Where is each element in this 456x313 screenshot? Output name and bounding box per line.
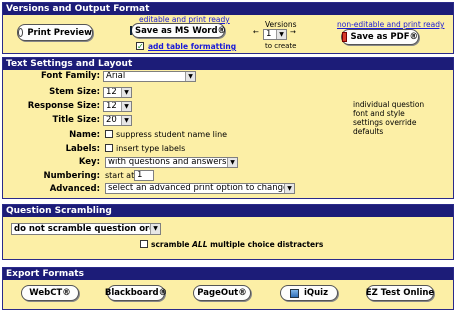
numbering-label: Numbering:: [43, 171, 100, 181]
section-title: Text Settings and Layout: [3, 58, 453, 70]
text-settings-section: Text Settings and Layout Font Family: Ar…: [2, 57, 454, 199]
noneditable-caption: non-editable and print ready: [337, 20, 445, 29]
iquiz-icon: [289, 288, 299, 298]
chevron-down-icon: ▼: [227, 158, 237, 167]
stem-size-value: 12: [106, 87, 117, 97]
webct-button[interactable]: WebCT®: [21, 285, 79, 301]
chevron-down-icon: ▼: [185, 72, 195, 81]
print-preview-button[interactable]: Print Preview: [17, 24, 93, 41]
type-labels-label: insert type labels: [116, 144, 186, 153]
scramble-distracters-checkbox[interactable]: [140, 240, 148, 248]
blackboard-button[interactable]: Blackboard®: [105, 285, 167, 301]
iquiz-button[interactable]: iQuiz: [280, 285, 338, 301]
suppress-name-checkbox[interactable]: [105, 130, 113, 138]
print-preview-label: Print Preview: [27, 27, 92, 38]
eztest-button[interactable]: EZ Test Online: [366, 285, 434, 301]
font-override-note: individual question font and style setti…: [353, 100, 425, 136]
save-word-label: Save as MS Word®: [134, 25, 227, 36]
magnifier-icon: [18, 28, 24, 37]
section-title: Export Formats: [3, 268, 453, 280]
add-table-link[interactable]: add table formatting: [148, 42, 236, 51]
versions-right-bracket: →: [290, 28, 296, 36]
response-size-value: 12: [106, 101, 117, 111]
scramble-order-value: do not scramble question order: [14, 224, 161, 234]
all-emphasis: ALL: [192, 240, 208, 249]
versions-select[interactable]: 1 ▼: [263, 29, 287, 40]
export-section: Export Formats WebCT® Blackboard® PageOu…: [2, 267, 454, 310]
font-family-select[interactable]: Arial ▼: [103, 71, 196, 82]
labels-label: Labels:: [65, 144, 100, 154]
iquiz-label: iQuiz: [303, 288, 329, 298]
versions-select-value: 1: [266, 29, 272, 39]
pageout-button[interactable]: PageOut®: [193, 285, 251, 301]
scramble-order-select[interactable]: do not scramble question order ▼: [11, 223, 161, 235]
save-pdf-button[interactable]: Save as PDF®: [341, 29, 419, 45]
stem-size-label: Stem Size:: [49, 87, 100, 97]
save-pdf-label: Save as PDF®: [350, 32, 418, 42]
pdf-icon: [342, 32, 347, 42]
chevron-down-icon: ▼: [284, 184, 294, 193]
to-create-label: to create: [265, 42, 297, 50]
add-table-checkbox[interactable]: ✓: [136, 42, 144, 51]
chevron-down-icon: ▼: [121, 102, 131, 111]
scrambling-section: Question Scrambling do not scramble ques…: [2, 204, 454, 260]
name-label: Name:: [69, 130, 100, 140]
title-size-value: 20: [106, 115, 117, 125]
advanced-select[interactable]: select an advanced print option to chang…: [105, 183, 295, 194]
scramble-distracters-label: scramble ALL multiple choice distracters: [151, 240, 324, 249]
response-size-select[interactable]: 12 ▼: [103, 101, 132, 112]
numbering-prefix: start at: [105, 171, 135, 180]
suppress-name-label: suppress student name line: [116, 130, 228, 139]
font-family-label: Font Family:: [40, 71, 100, 81]
font-family-value: Arial: [106, 71, 126, 81]
versions-left-bracket: ←: [253, 28, 259, 36]
versions-section: Versions and Output Format Print Preview…: [2, 2, 454, 54]
advanced-value: select an advanced print option to chang…: [108, 183, 289, 193]
section-title: Question Scrambling: [3, 205, 453, 217]
chevron-down-icon: ▼: [121, 116, 131, 125]
chevron-down-icon: ▼: [150, 224, 160, 234]
response-size-label: Response Size:: [27, 101, 100, 111]
key-value: with questions and answers: [108, 157, 227, 167]
key-select[interactable]: with questions and answers ▼: [105, 157, 238, 168]
key-label: Key:: [78, 157, 100, 167]
type-labels-checkbox[interactable]: [105, 144, 113, 152]
chevron-down-icon: ▼: [121, 88, 131, 97]
numbering-start-value: 1: [137, 170, 143, 180]
word-icon: [129, 26, 132, 35]
chevron-down-icon: ▼: [276, 30, 286, 39]
section-title: Versions and Output Format: [3, 3, 453, 15]
numbering-start-input[interactable]: 1: [134, 170, 154, 181]
title-size-label: Title Size:: [52, 115, 100, 125]
advanced-label: Advanced:: [49, 184, 100, 194]
stem-size-select[interactable]: 12 ▼: [103, 87, 132, 98]
save-word-button[interactable]: Save as MS Word®: [129, 23, 227, 38]
title-size-select[interactable]: 20 ▼: [103, 115, 132, 126]
